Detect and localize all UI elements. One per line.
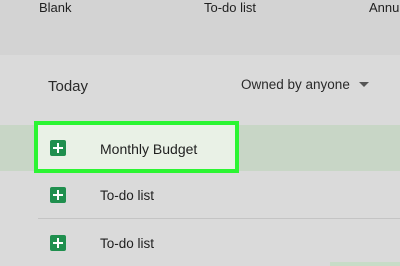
section-title: Today <box>48 78 89 95</box>
file-name: To-do list <box>100 188 155 203</box>
file-name: Monthly Budget <box>100 141 198 157</box>
owner-filter-dropdown[interactable]: Owned by anyone <box>241 75 369 93</box>
template-annual[interactable]: Annu <box>369 0 399 16</box>
sheets-icon <box>50 235 66 251</box>
row-divider <box>38 218 400 219</box>
file-name: To-do list <box>100 236 155 251</box>
template-todo-list[interactable]: To-do list <box>204 0 256 16</box>
edge-accent <box>330 262 400 266</box>
template-gallery: Blank To-do list Annu <box>0 0 400 55</box>
sheets-icon <box>50 140 66 156</box>
sheets-icon <box>50 187 66 203</box>
template-blank[interactable]: Blank <box>39 0 72 16</box>
chevron-down-icon <box>358 81 369 87</box>
owner-filter-label: Owned by anyone <box>241 76 350 92</box>
